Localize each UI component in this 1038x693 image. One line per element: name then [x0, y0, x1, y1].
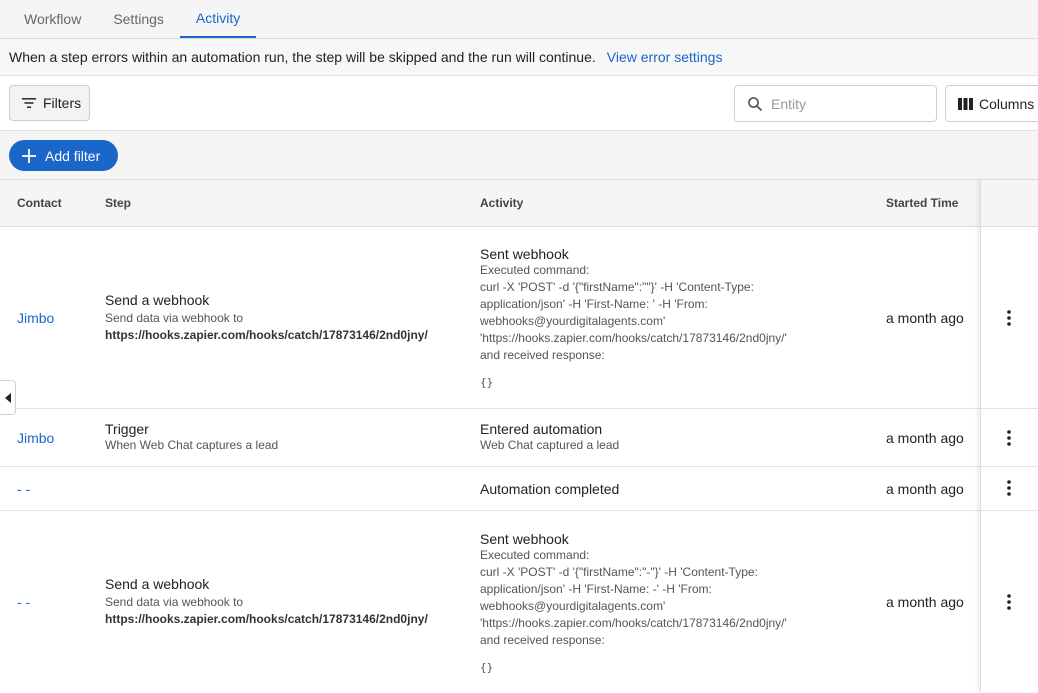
step-url: https://hooks.zapier.com/hooks/catch/178…	[105, 327, 428, 342]
contact-link[interactable]: Jimbo	[17, 310, 54, 326]
step-subtitle: When Web Chat captures a lead	[105, 438, 279, 452]
plus-icon	[22, 148, 36, 163]
add-filter-label: Add filter	[45, 147, 101, 164]
contact-link[interactable]: - -	[17, 594, 30, 610]
add-filter-button[interactable]: Add filter	[9, 140, 118, 171]
activity-title: Entered automation	[480, 421, 603, 437]
collapse-panel-handle[interactable]	[0, 380, 16, 415]
error-notice: When a step errors within an automation …	[0, 39, 1038, 75]
tab-settings[interactable]: Settings	[97, 0, 180, 38]
started-time: a month ago	[886, 480, 964, 497]
search-icon	[748, 96, 763, 111]
contact-link[interactable]: - -	[17, 481, 30, 497]
table-row: - - Automation completed a month ago	[0, 467, 1038, 511]
activity-table: Contact Step Activity Started Time Jimbo…	[0, 179, 1038, 693]
step-url: https://hooks.zapier.com/hooks/catch/178…	[105, 612, 428, 626]
activity-detail: Executed command: curl -X 'POST' -d '{"f…	[480, 263, 787, 362]
caret-left-icon	[4, 392, 11, 403]
header-step[interactable]: Step	[105, 180, 131, 226]
columns-button[interactable]: Columns	[945, 85, 1038, 122]
header-activity[interactable]: Activity	[480, 180, 523, 226]
entity-search-box[interactable]	[734, 85, 937, 122]
header-started-time[interactable]: Started Time	[886, 180, 958, 226]
activity-title: Sent webhook	[480, 246, 569, 262]
activity-detail: Executed command: curl -X 'POST' -d '{"f…	[480, 547, 787, 647]
step-description: Send data via webhook to	[105, 595, 244, 609]
header-contact[interactable]: Contact	[17, 180, 62, 226]
row-menu-icon[interactable]	[1000, 590, 1018, 614]
step-title: Send a webhook	[105, 291, 210, 308]
started-time: a month ago	[886, 429, 964, 446]
activity-title: Automation completed	[480, 480, 620, 497]
table-row: - - Send a webhook Send data via webhook…	[0, 511, 1038, 693]
columns-label: Columns	[979, 95, 1035, 112]
row-menu-icon[interactable]	[1000, 306, 1018, 330]
tab-workflow[interactable]: Workflow	[8, 0, 97, 38]
tab-activity[interactable]: Activity	[179, 0, 257, 38]
row-menu-icon[interactable]	[1000, 476, 1018, 500]
tab-bar: Workflow Settings Activity	[0, 0, 1038, 39]
started-time: a month ago	[886, 594, 964, 610]
step-title: Trigger	[105, 421, 149, 437]
table-row: Jimbo Trigger When Web Chat captures a l…	[0, 409, 1038, 467]
add-filter-bar: Add filter	[0, 131, 1038, 179]
started-time: a month ago	[886, 309, 964, 326]
activity-response: {}	[480, 376, 494, 389]
row-menu-icon[interactable]	[1000, 426, 1018, 450]
table-header: Contact Step Activity Started Time	[0, 179, 1038, 227]
view-error-settings-link[interactable]: View error settings	[607, 49, 723, 65]
step-subtitle: Send data via webhook to https://hooks.z…	[105, 310, 428, 344]
activity-title: Sent webhook	[480, 530, 569, 547]
error-notice-text: When a step errors within an automation …	[9, 49, 596, 65]
filters-label: Filters	[43, 95, 82, 111]
step-title: Send a webhook	[105, 576, 210, 592]
step-subtitle: Send data via webhook to https://hooks.z…	[105, 594, 428, 628]
entity-search-input[interactable]	[771, 95, 921, 112]
filter-lines-icon	[22, 98, 36, 108]
table-row: Jimbo Send a webhook Send data via webho…	[0, 227, 1038, 409]
contact-link[interactable]: Jimbo	[17, 430, 54, 446]
columns-icon	[958, 97, 973, 110]
step-description: Send data via webhook to	[105, 310, 244, 325]
filters-button[interactable]: Filters	[9, 85, 90, 121]
toolbar: Filters Columns	[0, 75, 1038, 131]
activity-response: {}	[480, 660, 494, 674]
activity-detail: Web Chat captured a lead	[480, 438, 620, 452]
